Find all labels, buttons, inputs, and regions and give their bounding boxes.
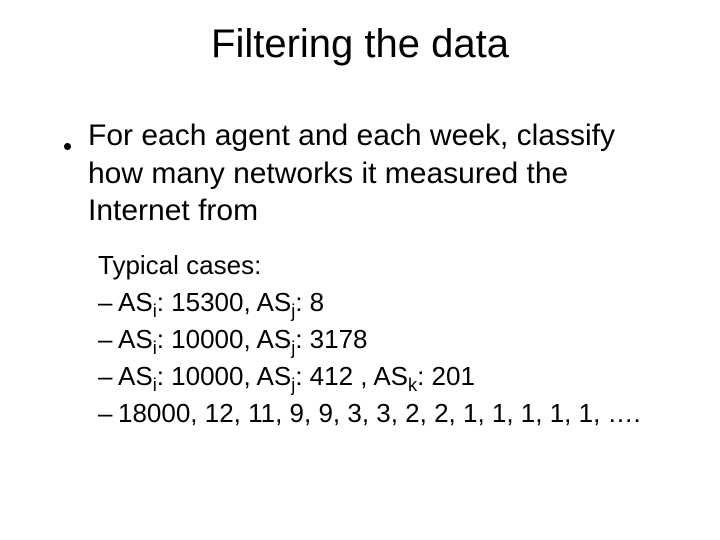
slide: Filtering the data For each agent and ea… xyxy=(0,0,720,540)
case-4-text: 18000, 12, 11, 9, 9, 3, 3, 2, 2, 1, 1, 1… xyxy=(118,396,660,431)
subscript: k xyxy=(408,375,417,395)
as-value: : 10000, xyxy=(157,361,257,391)
case-line-2: – ASi: 10000, ASj: 3178 xyxy=(98,322,660,357)
case-1-text: ASi: 15300, ASj: 8 xyxy=(118,285,660,320)
as-label: AS xyxy=(373,361,408,391)
dash-icon: – xyxy=(98,322,118,357)
case-line-3: – ASi: 10000, ASj: 412 , ASk: 201 xyxy=(98,359,660,394)
as-label: AS xyxy=(257,287,292,317)
main-bullet: For each agent and each week, classify h… xyxy=(60,117,660,230)
as-value: : 412 , xyxy=(295,361,373,391)
dash-icon: – xyxy=(98,396,118,431)
main-bullet-text: For each agent and each week, classify h… xyxy=(88,117,660,230)
as-value: : 201 xyxy=(417,361,475,391)
sub-heading: Typical cases: xyxy=(98,248,660,283)
as-value: : 10000, xyxy=(157,324,257,354)
as-label: AS xyxy=(118,324,153,354)
as-label: AS xyxy=(257,361,292,391)
case-line-4: – 18000, 12, 11, 9, 9, 3, 3, 2, 2, 1, 1,… xyxy=(98,396,660,431)
as-value: : 8 xyxy=(295,287,324,317)
slide-title: Filtering the data xyxy=(0,0,720,77)
case-2-text: ASi: 10000, ASj: 3178 xyxy=(118,322,660,357)
as-label: AS xyxy=(257,324,292,354)
as-label: AS xyxy=(118,361,153,391)
bullet-dot xyxy=(60,117,88,157)
as-value: : 3178 xyxy=(295,324,367,354)
case-line-1: – ASi: 15300, ASj: 8 xyxy=(98,285,660,320)
dash-icon: – xyxy=(98,285,118,320)
dash-icon: – xyxy=(98,359,118,394)
case-3-text: ASi: 10000, ASj: 412 , ASk: 201 xyxy=(118,359,660,394)
as-value: : 15300, xyxy=(157,287,257,317)
sub-block: Typical cases: – ASi: 15300, ASj: 8 – AS… xyxy=(98,248,660,431)
as-label: AS xyxy=(118,287,153,317)
slide-body: For each agent and each week, classify h… xyxy=(0,77,720,431)
